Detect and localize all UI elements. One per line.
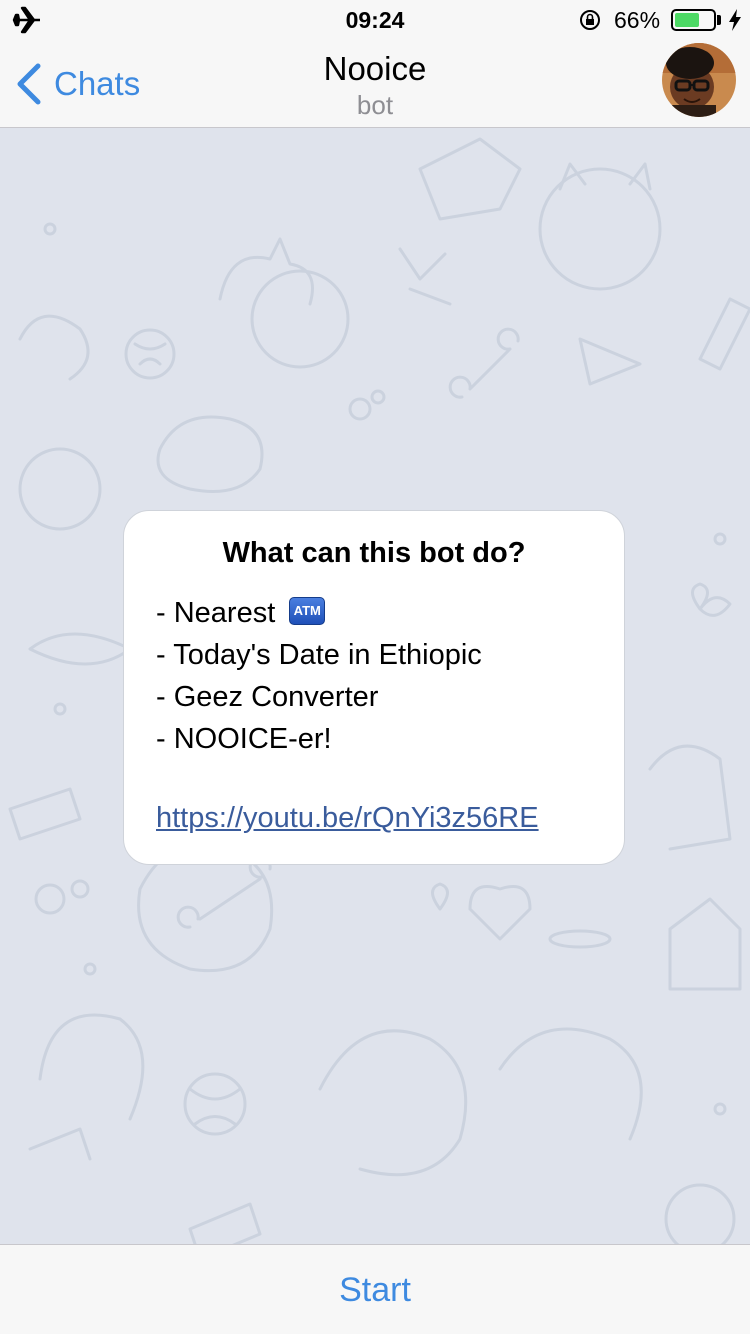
avatar[interactable] bbox=[662, 43, 736, 117]
bot-info-card: What can this bot do? - Nearest ATM - Tod… bbox=[123, 510, 625, 865]
feature-line: - NOOICE-er! bbox=[156, 723, 332, 755]
card-title: What can this bot do? bbox=[222, 537, 526, 569]
feature-text: - Nearest bbox=[156, 597, 276, 629]
chat-area: What can this bot do? - Nearest ATM - Tod… bbox=[0, 129, 750, 1244]
avatar-image bbox=[662, 43, 736, 117]
charging-bolt-icon bbox=[729, 9, 741, 31]
battery-percent: 66% bbox=[614, 7, 661, 33]
feature-line: - Geez Converter bbox=[156, 681, 379, 713]
atm-icon: ATM bbox=[289, 597, 326, 626]
chat-subtitle: bot bbox=[356, 90, 394, 120]
feature-line: - Nearest ATM bbox=[156, 592, 592, 634]
feature-line: - Today's Date in Ethiopic bbox=[156, 639, 482, 671]
youtube-link[interactable]: https://youtu.be/rQnYi3z56RE bbox=[156, 802, 592, 835]
chat-title: Nooice bbox=[323, 50, 427, 87]
battery-tip bbox=[717, 15, 721, 25]
start-button[interactable]: Start bbox=[0, 1245, 750, 1334]
status-bar: 09:24 66% bbox=[0, 0, 750, 40]
bottom-bar: Start bbox=[0, 1244, 750, 1334]
battery-icon bbox=[671, 9, 716, 31]
battery-fill bbox=[675, 13, 700, 27]
nav-bar: Chats Nooice bot bbox=[0, 40, 750, 128]
rotation-lock-icon bbox=[580, 10, 600, 30]
